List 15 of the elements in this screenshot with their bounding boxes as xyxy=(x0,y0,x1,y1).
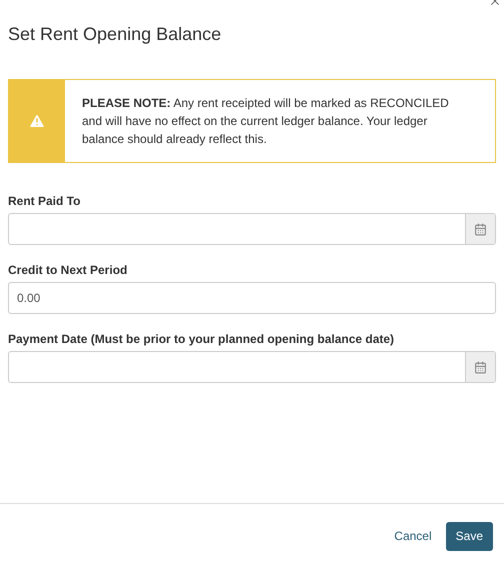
warning-icon xyxy=(28,112,46,130)
field-label: Payment Date (Must be prior to your planned opening balance date) xyxy=(8,331,396,347)
calendar-button[interactable] xyxy=(465,214,495,244)
input-field[interactable]: 0.00 xyxy=(8,282,496,314)
save-button[interactable]: Save xyxy=(446,522,493,550)
calendar-button[interactable] xyxy=(465,352,495,382)
dialog-title: Set Rent Opening Balance xyxy=(8,23,222,45)
date-field[interactable] xyxy=(8,351,496,383)
date-field[interactable] xyxy=(8,213,496,245)
calendar-icon xyxy=(474,360,487,374)
field-label: Rent Paid To xyxy=(8,193,82,209)
calendar-icon xyxy=(474,222,487,236)
cancel-link[interactable]: Cancel xyxy=(394,527,432,545)
field-label: Credit to Next Period xyxy=(8,262,128,278)
notice-text: PLEASE NOTE: Any rent receipted will be marked as RECONCILED and will have no effect on the current ledger balance. Your ledger balance should already reflect this. xyxy=(81,95,450,148)
